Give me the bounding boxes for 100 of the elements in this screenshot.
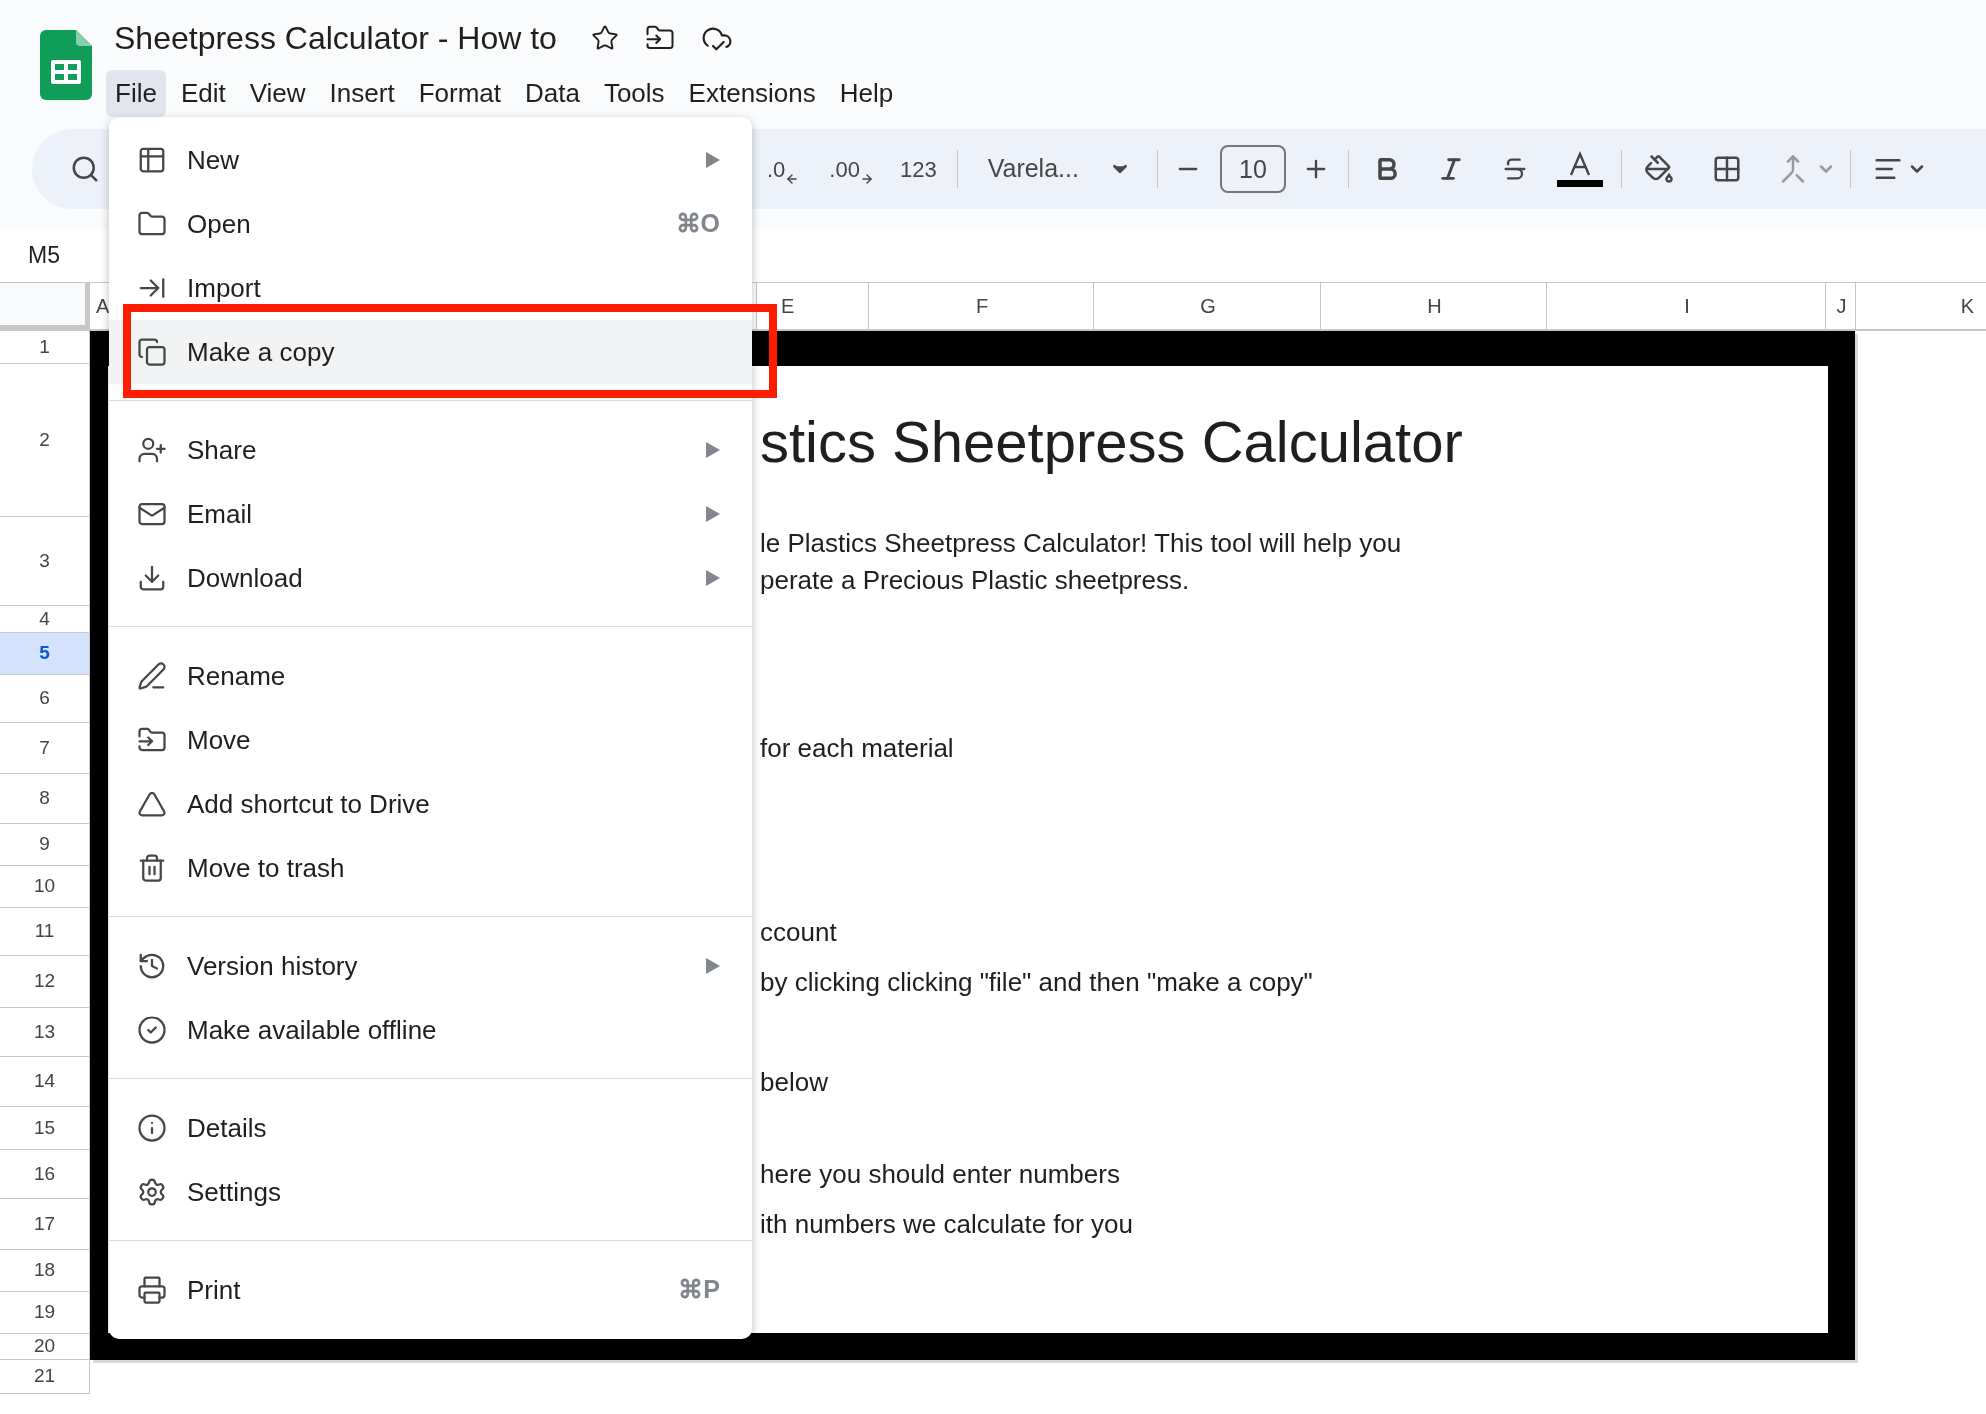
menu-item[interactable]: Edit: [171, 70, 235, 117]
column-header[interactable]: A: [90, 291, 110, 321]
menu-option-label: Import: [187, 271, 261, 305]
menu-item[interactable]: Insert: [320, 70, 404, 117]
search-icon[interactable]: [70, 154, 100, 184]
circle-check-icon: [137, 1015, 167, 1045]
table-icon: [137, 145, 167, 175]
cell-text: here you should enter numbers: [760, 1158, 1121, 1191]
cell-text: below: [760, 1065, 829, 1099]
font-size-field[interactable]: 10: [1219, 145, 1286, 193]
row-header[interactable]: 14: [0, 1057, 89, 1107]
trash-icon: [137, 853, 167, 883]
row-header[interactable]: 8: [0, 774, 89, 824]
cell-text: le Plastics Sheetpress Calculator! This tool will help you: [760, 526, 1403, 560]
menu-option[interactable]: Share: [109, 418, 752, 482]
row-header[interactable]: 13: [0, 1008, 89, 1057]
menu-option-label: New: [187, 143, 239, 177]
number-format-button[interactable]: 123: [899, 152, 937, 186]
font-dropdown[interactable]: Varela...: [987, 150, 1131, 188]
column-header[interactable]: I: [1682, 291, 1690, 321]
row-header[interactable]: 11: [0, 908, 89, 956]
menu-option[interactable]: Make available offline: [109, 998, 752, 1062]
cell-text: ith numbers we calculate for you: [760, 1208, 1134, 1241]
menu-option-label: Move to trash: [187, 851, 345, 885]
column-header[interactable]: F: [973, 291, 989, 321]
menu-option[interactable]: Make a copy: [109, 320, 752, 384]
shortcut-text: ⌘P: [678, 1274, 720, 1306]
row-header[interactable]: 17: [0, 1199, 89, 1250]
row-header[interactable]: 12: [0, 956, 89, 1008]
menu-option-label: Rename: [187, 659, 286, 693]
column-header[interactable]: E: [757, 291, 795, 321]
menu-option[interactable]: Add shortcut to Drive: [109, 772, 752, 836]
menu-option[interactable]: Download: [109, 546, 752, 610]
row-header[interactable]: 21: [0, 1360, 89, 1394]
menu-option[interactable]: Version history: [109, 934, 752, 998]
menu-option[interactable]: Import: [109, 256, 752, 320]
menu-option-label: Make available offline: [187, 1013, 437, 1047]
menu-option[interactable]: Rename: [109, 644, 752, 708]
row-header[interactable]: 15: [0, 1107, 89, 1150]
menu-item[interactable]: Help: [830, 70, 903, 117]
document-title[interactable]: Sheetpress Calculator - How to: [106, 14, 557, 62]
menu-option[interactable]: Email: [109, 482, 752, 546]
star-icon[interactable]: [590, 24, 619, 52]
row-header[interactable]: 16: [0, 1150, 89, 1199]
row-header[interactable]: 7: [0, 723, 89, 774]
arrow-right-icon: [859, 171, 874, 186]
row-header[interactable]: 6: [0, 675, 89, 723]
menu-option[interactable]: Move: [109, 708, 752, 772]
column-header[interactable]: K: [1958, 291, 1975, 321]
row-header[interactable]: 1: [0, 331, 89, 364]
menu-item[interactable]: Tools: [594, 70, 674, 117]
column-header[interactable]: J: [1834, 291, 1847, 321]
cell-text: ccount: [760, 915, 838, 949]
menu-option[interactable]: New: [109, 128, 752, 192]
sheet-title: stics Sheetpress Calculator: [760, 408, 1464, 475]
pencil-icon: [137, 661, 167, 691]
column-header[interactable]: H: [1425, 291, 1442, 321]
history-icon: [137, 951, 167, 981]
copy-icon: [137, 337, 167, 367]
name-box[interactable]: M5: [0, 238, 60, 273]
menu-option-label: Version history: [187, 949, 358, 983]
menu-option-label: Move: [187, 723, 251, 757]
menu-option[interactable]: Open ⌘O: [109, 192, 752, 256]
row-header[interactable]: 5: [0, 633, 89, 675]
column-header[interactable]: G: [1198, 291, 1216, 321]
row-header[interactable]: 18: [0, 1250, 89, 1292]
cell-text: perate a Precious Plastic sheetpress.: [760, 563, 1191, 597]
settings-icon: [137, 1177, 167, 1207]
row-header[interactable]: 19: [0, 1292, 89, 1334]
menu-option[interactable]: Settings: [109, 1160, 752, 1224]
menu-item[interactable]: Extensions: [679, 70, 825, 117]
row-header[interactable]: 9: [0, 824, 89, 866]
printer-icon: [137, 1275, 167, 1305]
row-header[interactable]: 2: [0, 364, 89, 517]
menu-option-label: Settings: [187, 1175, 281, 1209]
paint-bucket-icon[interactable]: [1643, 154, 1674, 184]
cell-text: by clicking clicking "file" and then "make a copy": [760, 965, 1314, 999]
menu-option-label: Open: [187, 207, 251, 241]
menu-option-label: Add shortcut to Drive: [187, 787, 430, 821]
menu-item[interactable]: View: [240, 70, 315, 117]
menu-item[interactable]: Format: [409, 70, 510, 117]
row-header[interactable]: 20: [0, 1334, 89, 1360]
menu-option-label: Print: [187, 1273, 241, 1307]
menu-item[interactable]: File: [106, 70, 166, 117]
menu-option-label: Share: [187, 433, 257, 467]
arrow-left-icon: [785, 171, 800, 186]
menu-item[interactable]: Data: [516, 70, 589, 117]
row-header[interactable]: 10: [0, 866, 89, 908]
text-color-icon[interactable]: [1556, 151, 1603, 187]
decrease-decimal-button[interactable]: .0: [767, 152, 800, 186]
menu-option-label: Download: [187, 561, 303, 595]
menu-option[interactable]: Details: [109, 1096, 752, 1160]
menu-option[interactable]: Print ⌘P: [109, 1258, 752, 1322]
download-icon: [137, 563, 167, 593]
row-header[interactable]: 3: [0, 517, 89, 606]
cell-text: for each material: [760, 732, 955, 765]
increase-decimal-button[interactable]: .00: [829, 152, 874, 186]
menu-option-label: Email: [187, 497, 252, 531]
menu-option[interactable]: Move to trash: [109, 836, 752, 900]
menu-option-label: Details: [187, 1111, 267, 1145]
